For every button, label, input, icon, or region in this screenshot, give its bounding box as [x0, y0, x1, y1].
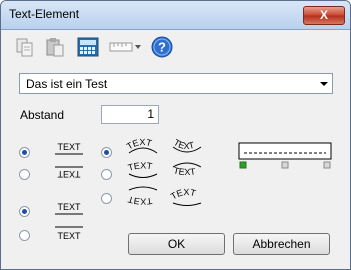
radio-mirrored[interactable]: [19, 169, 30, 180]
dialog-body: ? Das ist ein Test Abstand 1 TEXT TEXT T…: [5, 30, 346, 264]
ok-button[interactable]: OK: [128, 233, 225, 255]
sample-arc-low: TEXT TEXT: [127, 186, 202, 207]
text-select-value: Das ist ein Test: [26, 77, 108, 91]
radio-arc-low[interactable]: [101, 193, 112, 204]
radio-arc-mid[interactable]: [101, 169, 112, 180]
sample-mirrored-text: TEXT: [57, 169, 81, 179]
position-slider[interactable]: [238, 141, 334, 171]
radio-overline[interactable]: [19, 230, 30, 241]
sample-upright: TEXT: [55, 142, 83, 155]
close-button[interactable]: X: [303, 6, 345, 25]
sample-upright-text: TEXT: [57, 142, 81, 152]
sample-overline: TEXT: [55, 226, 83, 241]
svg-text:TEXT: TEXT: [57, 231, 81, 241]
dialog-window: Text-Element X ? Das ist ein Test Abstan…: [0, 0, 351, 270]
title-bar: Text-Element X: [1, 1, 350, 30]
radio-upright[interactable]: [19, 147, 30, 158]
help-icon[interactable]: ?: [150, 36, 174, 58]
svg-text:TEXT: TEXT: [169, 187, 197, 202]
ruler-dropdown-icon[interactable]: [108, 36, 144, 58]
sample-arc-mid: TEXT TEXT: [127, 161, 202, 178]
radio-underline[interactable]: [19, 206, 30, 217]
help-glyph: ?: [158, 40, 166, 55]
copy-icon[interactable]: [13, 36, 37, 58]
svg-text:TEXT: TEXT: [57, 202, 81, 212]
sample-underline: TEXT: [55, 202, 83, 215]
svg-text:TEXT: TEXT: [173, 165, 197, 177]
spacing-label: Abstand: [20, 108, 65, 122]
svg-text:TEXT: TEXT: [127, 161, 154, 173]
slider-marker-mid[interactable]: [281, 161, 289, 169]
paste-icon[interactable]: [43, 36, 67, 58]
slider-marker-left[interactable]: [239, 161, 247, 169]
svg-text:TEXT: TEXT: [127, 194, 154, 206]
sample-mirrored: TEXT: [55, 166, 83, 179]
window-title: Text-Element: [9, 7, 80, 21]
sample-arc-up: TEXT TEXT: [125, 137, 202, 154]
spacing-input[interactable]: 1: [101, 105, 159, 124]
chevron-down-icon: [320, 82, 328, 86]
calculator-icon[interactable]: [76, 36, 100, 58]
text-select[interactable]: Das ist ein Test: [19, 73, 333, 94]
radio-arc-up[interactable]: [101, 147, 112, 158]
cancel-button[interactable]: Abbrechen: [233, 233, 330, 255]
slider-marker-right[interactable]: [323, 161, 331, 169]
